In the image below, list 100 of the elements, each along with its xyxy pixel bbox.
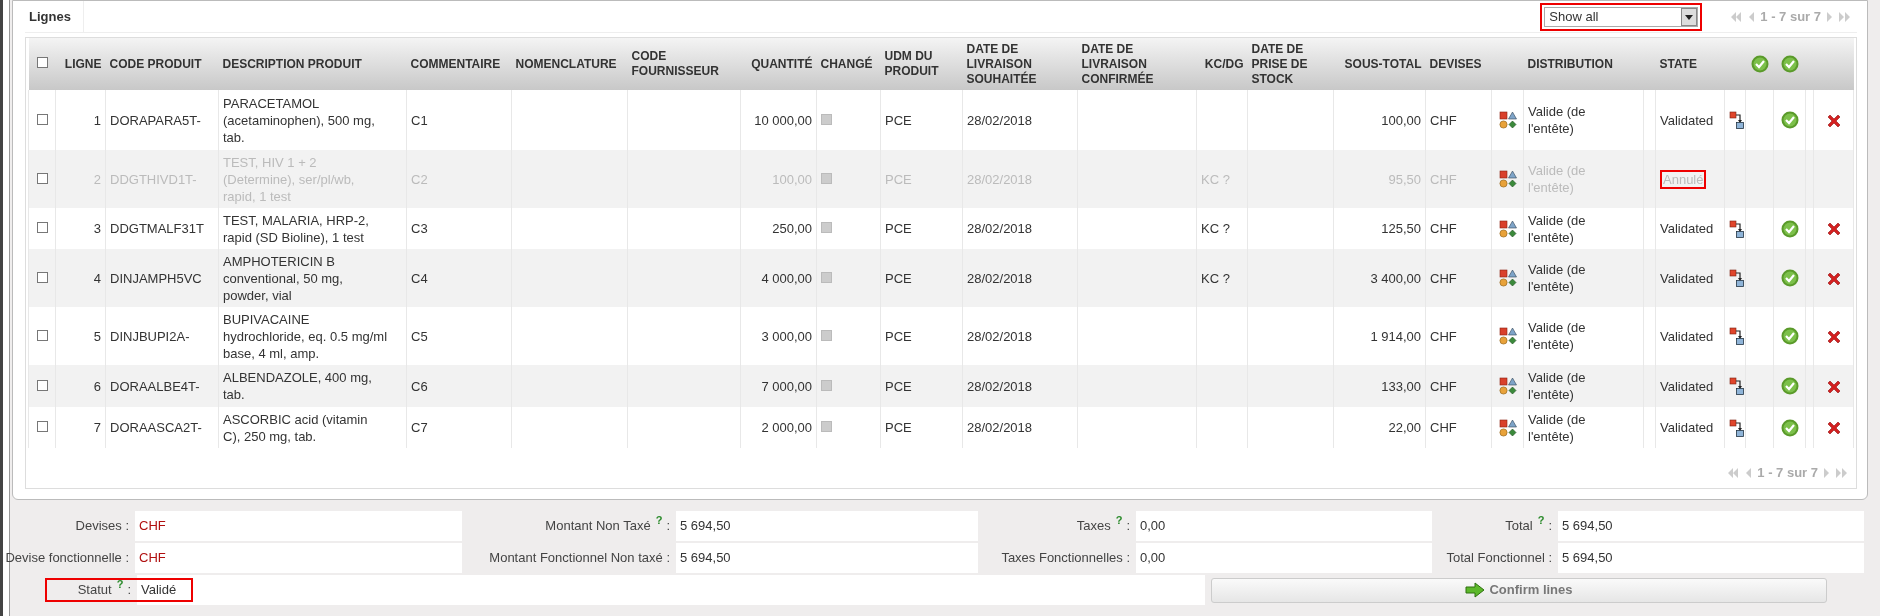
confirm-button[interactable]: Confirm lines xyxy=(1211,577,1827,603)
table-cell-text: 133,00 xyxy=(1381,378,1421,394)
column-header[interactable]: LIGNE xyxy=(59,56,102,72)
delete-icon[interactable] xyxy=(1825,420,1842,437)
table-cell-text: PCE xyxy=(885,378,912,394)
shapes-icon[interactable] xyxy=(1498,111,1517,130)
column-header[interactable]: STATE xyxy=(1659,56,1721,72)
transfer-icon[interactable] xyxy=(1729,111,1745,130)
row-checkbox[interactable] xyxy=(36,379,48,391)
help-icon[interactable]: ? xyxy=(116,578,124,590)
field-value: CHF xyxy=(139,517,166,536)
column-header[interactable]: DISTRIBUTION xyxy=(1527,56,1640,72)
table-cell-text: Valide (de l'entête) xyxy=(1528,319,1587,353)
column-header[interactable]: DATE DE PRISE DE STOCK xyxy=(1251,41,1330,87)
column-header[interactable]: DEVISES xyxy=(1429,56,1488,72)
column-header[interactable]: CHANGÉ xyxy=(820,56,877,72)
help-icon[interactable]: ? xyxy=(655,514,663,526)
column-header[interactable]: CODE FOURNISSEUR xyxy=(631,49,737,79)
state-text: Validated xyxy=(1660,270,1714,286)
table-cell-text: 7 xyxy=(93,420,101,435)
table-cell-text: 250,00 xyxy=(772,221,812,236)
table-cell-text: Valide (de l'entête) xyxy=(1528,261,1587,295)
shapes-icon[interactable] xyxy=(1498,418,1517,437)
field-value: CHF xyxy=(139,549,166,568)
validate-all-icon[interactable] xyxy=(1750,55,1769,73)
table-cell-text: 28/02/2018 xyxy=(967,112,1033,128)
row-checkbox[interactable] xyxy=(36,271,48,283)
row-checkbox[interactable] xyxy=(36,329,48,341)
field-label: Montant Non Taxé xyxy=(545,517,651,536)
field-value: 5 694,50 xyxy=(1562,549,1613,568)
field-label: Total Fonctionnel : xyxy=(1446,549,1552,568)
row-checkbox[interactable] xyxy=(36,421,48,432)
table-cell-text: PCE xyxy=(885,328,912,344)
row-checkbox[interactable] xyxy=(36,172,48,184)
table-cell-text: 28/02/2018 xyxy=(967,221,1033,236)
shapes-icon[interactable] xyxy=(1498,377,1517,396)
column-header[interactable]: DATE DE LIVRAISON CONFIRMÉE xyxy=(1081,41,1193,87)
validate-icon[interactable] xyxy=(1780,111,1799,130)
delete-icon[interactable] xyxy=(1825,112,1842,129)
validate-all-icon[interactable] xyxy=(1780,55,1799,73)
table-cell-text: 3 400,00 xyxy=(1370,270,1421,286)
table-cell-text: 1 xyxy=(93,112,101,128)
row-checkbox[interactable] xyxy=(36,222,48,233)
label-colon: : xyxy=(127,581,131,600)
select-all-checkbox[interactable] xyxy=(36,56,48,68)
validate-icon[interactable] xyxy=(1780,377,1799,396)
table-cell-text: 5 xyxy=(93,328,101,344)
table-cell-text: 28/02/2018 xyxy=(967,270,1033,286)
table-cell-text: DINJBUPI2A- xyxy=(110,328,190,344)
column-header[interactable]: DESCRIPTION PRODUIT xyxy=(222,56,403,72)
shapes-icon[interactable] xyxy=(1498,327,1517,346)
column-header[interactable]: DATE DE LIVRAISON SOUHAITÉE xyxy=(966,41,1074,87)
table-cell-text: PCE xyxy=(885,270,912,286)
transfer-icon[interactable] xyxy=(1729,418,1745,437)
table-cell-text: PCE xyxy=(885,221,912,236)
column-header[interactable]: QUANTITÉ xyxy=(744,56,813,72)
row-checkbox[interactable] xyxy=(36,113,48,125)
column-header[interactable]: KC/DG xyxy=(1200,56,1244,72)
shapes-icon[interactable] xyxy=(1498,269,1517,288)
label-colon: : xyxy=(1126,517,1130,536)
shapes-icon[interactable] xyxy=(1498,219,1517,238)
state-text: Validated xyxy=(1660,112,1714,128)
table-cell-text: 28/02/2018 xyxy=(967,378,1033,394)
help-icon[interactable]: ? xyxy=(1537,514,1545,526)
column-header[interactable]: UDM DU PRODUIT xyxy=(884,49,959,79)
validate-icon[interactable] xyxy=(1780,219,1799,238)
shapes-icon[interactable] xyxy=(1498,170,1517,189)
field-label: Statut xyxy=(77,581,112,600)
state-text: Validated xyxy=(1660,378,1714,394)
column-header[interactable]: COMMENTAIRE xyxy=(410,56,508,72)
column-header[interactable]: NOMENCLATURE xyxy=(515,56,624,72)
validate-icon[interactable] xyxy=(1780,418,1799,437)
table-cell-text: KC ? xyxy=(1201,270,1230,286)
transfer-icon[interactable] xyxy=(1729,327,1745,346)
table-cell-text: 100,00 xyxy=(1381,112,1421,128)
delete-icon[interactable] xyxy=(1825,378,1842,395)
field-value: 5 694,50 xyxy=(680,517,731,536)
help-icon[interactable]: ? xyxy=(1115,514,1123,526)
column-header[interactable]: CODE PRODUIT xyxy=(109,56,215,72)
table-cell-text: AMPHOTERICIN B conventional, 50 mg, powder, vial xyxy=(223,252,344,304)
delete-icon[interactable] xyxy=(1825,270,1842,287)
table-cell-text: 125,50 xyxy=(1381,221,1421,236)
state-text: Validated xyxy=(1660,420,1714,435)
field-value: 5 694,50 xyxy=(680,549,731,568)
delete-icon[interactable] xyxy=(1825,328,1842,345)
table-cell-text: 28/02/2018 xyxy=(967,420,1033,435)
table-cell-text: 7 000,00 xyxy=(761,378,812,394)
transfer-icon[interactable] xyxy=(1729,269,1745,288)
column-header[interactable]: SOUS-TOTAL xyxy=(1337,56,1422,72)
filter-dropdown[interactable]: Show all xyxy=(1544,6,1699,27)
table-cell-text: DDGTMALF31T xyxy=(110,221,204,236)
transfer-icon[interactable] xyxy=(1729,219,1745,238)
delete-icon[interactable] xyxy=(1825,221,1842,238)
validate-icon[interactable] xyxy=(1780,269,1799,288)
table-cell-text: CHF xyxy=(1430,420,1457,435)
transfer-icon[interactable] xyxy=(1729,377,1745,396)
field-label: Montant Fonctionnel Non taxé : xyxy=(489,549,670,568)
table-cell-text: C1 xyxy=(411,112,428,128)
table-cell-text: DORAPARA5T- xyxy=(110,112,201,128)
validate-icon[interactable] xyxy=(1780,327,1799,346)
